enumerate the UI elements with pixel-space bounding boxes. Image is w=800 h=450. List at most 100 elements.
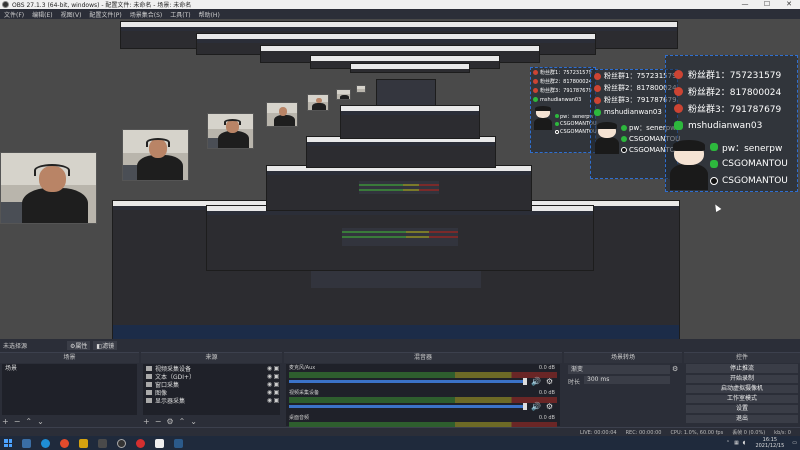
move-down-button[interactable]: ⌄: [190, 417, 197, 426]
audio-meter: [289, 397, 557, 403]
speaker-icon[interactable]: 🔊: [531, 377, 541, 386]
system-tray: ⌃ ▦ ◖ 16:15 2021/12/15 ▭: [726, 437, 800, 449]
remove-source-button[interactable]: −: [155, 417, 162, 426]
no-source-label: 未选择源: [3, 343, 28, 350]
fader-handle[interactable]: [523, 378, 527, 385]
source-item[interactable]: 显示器采集 ◉ ▣: [143, 396, 280, 405]
move-up-button[interactable]: ⌃: [179, 417, 186, 426]
wechat-icon: [710, 143, 718, 151]
exit-button[interactable]: 退出: [686, 415, 798, 423]
windows-start-icon[interactable]: [4, 439, 12, 447]
firefox-icon[interactable]: [60, 438, 69, 448]
weibo-line: CSGOMANTOU: [710, 157, 788, 171]
visibility-eye-icon[interactable]: ◉: [266, 373, 273, 380]
mixer-channel: 视频采集设备 0.0 dB 🔊 ⚙: [289, 390, 557, 411]
preview-canvas[interactable]: 粉丝群1：757231579 粉丝群2：817800024 粉丝群3：79178…: [0, 19, 800, 339]
minimize-button[interactable]: —: [734, 0, 756, 9]
start-virtual-camera-button[interactable]: 启动虚拟摄像机: [686, 385, 798, 393]
volume-icon[interactable]: ◖: [743, 440, 746, 446]
properties-strip: 未选择源 ⚙属性 ◧滤镜: [0, 339, 136, 352]
gear-icon[interactable]: ⚙: [546, 402, 553, 411]
app-icon[interactable]: [98, 438, 107, 448]
file-explorer-icon[interactable]: [79, 438, 88, 448]
settings-button[interactable]: 设置: [686, 405, 798, 413]
remove-scene-button[interactable]: −: [14, 417, 21, 426]
mouse-cursor: [712, 202, 722, 213]
recursive-capture-layer: [206, 205, 594, 271]
visibility-eye-icon[interactable]: ◉: [266, 365, 273, 372]
task-view-icon[interactable]: [22, 438, 31, 448]
webcam-feed-copy: [356, 85, 366, 93]
maximize-button[interactable]: ☐: [756, 0, 778, 9]
duration-input[interactable]: 300 ms: [584, 376, 670, 384]
speaker-icon[interactable]: 🔊: [531, 402, 541, 411]
lock-icon[interactable]: ▣: [273, 381, 280, 388]
filters-button[interactable]: ◧滤镜: [93, 341, 118, 350]
live-timer: LIVE: 00:00:04: [580, 429, 617, 436]
dropped-frames: 丢帧 0 (0.0%): [732, 430, 766, 436]
menu-view[interactable]: 视图(V): [61, 10, 82, 19]
properties-button[interactable]: ⚙属性: [67, 341, 91, 350]
visibility-eye-icon[interactable]: ◉: [266, 397, 273, 404]
scene-item[interactable]: 场景: [2, 364, 137, 373]
penguin-icon: [674, 70, 683, 79]
window-title: OBS 27.1.3 (64-bit, windows) - 配置文件: 未命名…: [12, 2, 192, 9]
mixer-dock: 混音器 麦克风/Aux 0.0 dB 🔊 ⚙ 视频采集设备 0.0 dB 🔊 ⚙ 桌面音…: [284, 352, 562, 428]
menu-file[interactable]: 文件(F): [4, 10, 24, 19]
penguin-icon: [674, 87, 683, 96]
fader-handle[interactable]: [523, 403, 527, 410]
transition-gear-icon[interactable]: ⚙: [672, 365, 678, 373]
lock-icon[interactable]: ▣: [273, 365, 280, 372]
steam-icon[interactable]: [174, 438, 183, 448]
add-source-button[interactable]: +: [143, 417, 150, 426]
tiktok-icon: [710, 177, 718, 185]
controls-dock: 控件 停止推流 开始录制 启动虚拟摄像机 工作室模式 设置 退出: [684, 352, 800, 427]
menu-help[interactable]: 帮助(H): [199, 10, 220, 19]
gear-icon[interactable]: ⚙: [546, 377, 553, 386]
clock[interactable]: 16:15 2021/12/15: [755, 437, 784, 449]
lock-icon[interactable]: ▣: [273, 389, 280, 396]
scenes-list: 场景: [2, 364, 137, 415]
audio-meter: [289, 372, 557, 378]
start-recording-button[interactable]: 开始录制: [686, 375, 798, 383]
menu-tools[interactable]: 工具(T): [170, 10, 190, 19]
obs-taskbar-icon[interactable]: [117, 438, 126, 448]
tray-chevron-icon[interactable]: ⌃: [726, 440, 730, 446]
webcam-feed-copy: [336, 89, 351, 100]
visibility-eye-icon[interactable]: ◉: [266, 389, 273, 396]
add-scene-button[interactable]: +: [2, 417, 9, 426]
monitor-icon: [146, 397, 152, 403]
stop-streaming-button[interactable]: 停止推流: [686, 364, 798, 373]
obs-app-icon: [2, 1, 9, 8]
volume-fader[interactable]: [289, 380, 527, 383]
lock-icon[interactable]: ▣: [273, 373, 280, 380]
menu-edit[interactable]: 编辑(E): [32, 10, 52, 19]
penguin-icon: [674, 104, 683, 113]
source-settings-gear-icon[interactable]: ⚙: [166, 417, 173, 426]
network-icon[interactable]: ▦: [734, 440, 739, 446]
move-up-button[interactable]: ⌃: [25, 417, 32, 426]
wechat-icon: [674, 121, 683, 130]
cpu-usage: CPU: 1.0%, 60.00 fps: [670, 429, 724, 436]
notification-icon[interactable]: ▭: [792, 440, 797, 446]
fan-group-2: 粉丝群2：817800024: [666, 83, 797, 100]
weibo-app-icon[interactable]: [136, 438, 145, 448]
visibility-eye-icon[interactable]: ◉: [266, 381, 273, 388]
menu-profile[interactable]: 配置文件(P): [89, 10, 121, 19]
volume-fader[interactable]: [289, 405, 527, 408]
app-icon[interactable]: [155, 438, 164, 448]
bitrate: kb/s: 0: [774, 429, 791, 436]
webcam-feed: [0, 152, 97, 224]
transition-select[interactable]: 渐变: [568, 365, 670, 374]
studio-mode-button[interactable]: 工作室模式: [686, 395, 798, 403]
menu-scene-collection[interactable]: 场景集合(S): [130, 10, 163, 19]
rec-timer: REC: 00:00:00: [625, 429, 662, 436]
pw-line: pw：senerpw: [710, 140, 782, 154]
close-button[interactable]: ✕: [778, 0, 800, 9]
edge-browser-icon[interactable]: [41, 438, 50, 448]
fan-group-3: 粉丝群3：791787679: [666, 100, 797, 117]
move-down-button[interactable]: ⌄: [37, 417, 44, 426]
lock-icon[interactable]: ▣: [273, 397, 280, 404]
mixer-channel: 麦克风/Aux 0.0 dB 🔊 ⚙: [289, 365, 557, 386]
sources-dock: 来源 视频采集设备 ◉ ▣ 文本（GDI+） ◉ ▣ 窗口采集 ◉ ▣ 图像 ◉ ▣ 显示器采集…: [141, 352, 282, 427]
